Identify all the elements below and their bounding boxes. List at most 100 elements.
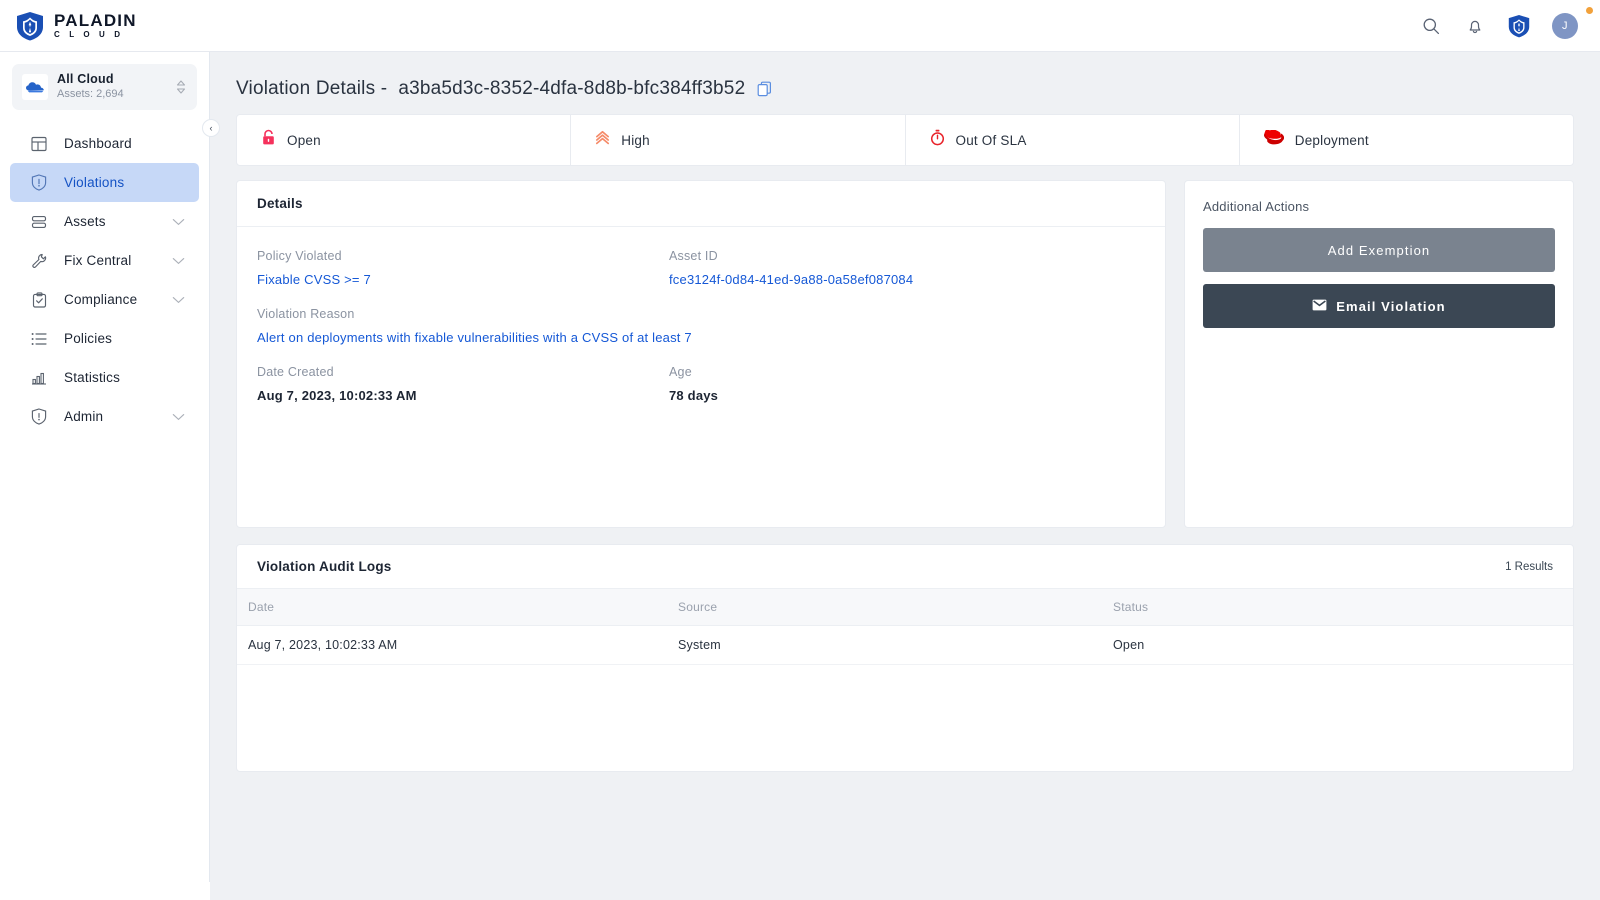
status-label: High [621,132,650,148]
details-body: Policy Violated Fixable CVSS >= 7 Asset … [237,227,1165,423]
top-bar-actions: J [1420,12,1578,39]
details-card-title: Details [237,181,1165,227]
chevron-up-down-icon [176,80,186,94]
logs-title: Violation Audit Logs [257,559,392,574]
paladin-shield-logo-icon [17,11,43,40]
notification-dot-icon [1586,7,1593,14]
age-value: 78 days [669,388,719,403]
list-icon [28,332,50,346]
column-header-source[interactable]: Source [667,589,1102,626]
sidebar-nav: Dashboard Violations Assets Fix Central … [0,124,209,436]
sidebar-item-label: Statistics [64,370,121,385]
sidebar-item-label: Violations [64,175,125,190]
cloud-selector-assets: Assets: 2,694 [57,88,124,101]
sidebar-item-label: Fix Central [64,253,132,268]
violation-id: a3ba5d3c-8352-4dfa-8d8b-bfc384ff3b52 [398,78,746,99]
status-cell-sla: Out Of SLA [906,115,1240,165]
email-violation-label: Email Violation [1336,298,1446,314]
sidebar-item-label: Compliance [64,292,138,307]
status-label: Open [287,132,321,148]
add-exemption-button[interactable]: Add Exemption [1203,228,1555,272]
shield-logo-icon[interactable] [1508,14,1530,37]
details-row: Details Policy Violated Fixable CVSS >= … [236,180,1574,528]
status-cell-open: Open [237,115,572,165]
page-title-label: Violation Details - [236,78,388,99]
envelope-icon [1312,299,1327,314]
cloud-selector-name: All Cloud [57,71,114,86]
field-label: Policy Violated [257,249,342,263]
brand-logo[interactable]: PALADIN C L O U D [16,11,137,41]
sidebar-item-statistics[interactable]: Statistics [10,358,199,397]
cell-status: Open [1102,625,1573,665]
sidebar-item-label: Assets [64,214,106,229]
sidebar-collapse-button[interactable]: ‹ [202,119,220,137]
page-title: Violation Details - a3ba5d3c-8352-4dfa-8… [236,78,1600,100]
status-cell-source: Deployment [1240,115,1573,165]
status-bar: Open High Out Of SLA Deployment [236,114,1574,166]
field-violation-reason: Violation Reason Alert on deployments wi… [257,307,1145,345]
field-asset-id: Asset ID fce3124f-0d84-41ed-9a88-0a58ef0… [669,249,1109,287]
sidebar-item-policies[interactable]: Policies [10,319,199,358]
shield-icon [28,408,50,425]
cloud-icon [22,74,48,100]
sidebar-item-dashboard[interactable]: Dashboard [10,124,199,163]
field-age: Age 78 days [669,365,1109,403]
chevron-down-icon [172,252,185,270]
field-label: Date Created [257,365,334,379]
field-label: Age [669,365,692,379]
sidebar-item-fix-central[interactable]: Fix Central [10,241,199,280]
sidebar-item-compliance[interactable]: Compliance [10,280,199,319]
column-header-status[interactable]: Status [1102,589,1573,626]
sidebar: All Cloud Assets: 2,694 Dashboard Violat… [0,52,210,882]
sidebar-item-label: Admin [64,409,104,424]
assets-icon [28,214,50,230]
redhat-icon [1263,127,1284,150]
sidebar-item-violations[interactable]: Violations [10,163,199,202]
field-label: Violation Reason [257,307,355,321]
chevron-down-icon [172,408,185,426]
sidebar-item-label: Policies [64,331,113,346]
asset-id-link[interactable]: fce3124f-0d84-41ed-9a88-0a58ef087084 [669,272,1109,287]
search-icon[interactable] [1420,15,1442,37]
violation-audit-logs-card: Violation Audit Logs 1 Results Date Sour… [236,544,1574,772]
status-label: Deployment [1294,132,1369,148]
field-policy-violated: Policy Violated Fixable CVSS >= 7 [257,249,669,287]
status-cell-severity: High [571,115,906,165]
cloud-selector[interactable]: All Cloud Assets: 2,694 [12,64,197,110]
sidebar-item-label: Dashboard [64,136,132,151]
status-label: Out Of SLA [955,132,1027,148]
policy-violated-link[interactable]: Fixable CVSS >= 7 [257,272,669,287]
logs-header: Violation Audit Logs 1 Results [237,545,1573,589]
copy-icon[interactable] [757,81,772,97]
bar-chart-icon [28,371,50,385]
wrench-icon [28,253,50,269]
chevron-down-icon [172,213,185,231]
logs-table: Date Source Status Aug 7, 2023, 10:02:33… [237,589,1573,665]
cell-date: Aug 7, 2023, 10:02:33 AM [237,625,667,665]
sidebar-item-admin[interactable]: Admin [10,397,199,436]
avatar[interactable]: J [1552,12,1578,39]
shield-alert-icon [28,174,50,191]
main-content: Violation Details - a3ba5d3c-8352-4dfa-8… [210,52,1600,900]
cell-source: System [667,625,1102,665]
chevrons-up-icon [595,130,610,150]
field-date-created: Date Created Aug 7, 2023, 10:02:33 AM [257,365,669,403]
top-bar: PALADIN C L O U D J [0,0,1600,52]
logs-results-count: 1 Results [1505,560,1553,573]
details-card: Details Policy Violated Fixable CVSS >= … [236,180,1166,528]
table-row[interactable]: Aug 7, 2023, 10:02:33 AM System Open [237,625,1573,665]
additional-actions-title: Additional Actions [1203,199,1310,214]
stopwatch-icon [930,129,945,151]
padlock-icon [261,129,276,151]
email-violation-button[interactable]: Email Violation [1203,284,1555,328]
sidebar-item-assets[interactable]: Assets [10,202,199,241]
field-label: Asset ID [669,249,718,263]
clipboard-check-icon [28,291,50,308]
dashboard-icon [28,136,50,152]
column-header-date[interactable]: Date [237,589,667,626]
chevron-down-icon [172,291,185,309]
date-created-value: Aug 7, 2023, 10:02:33 AM [257,388,417,403]
notifications-icon[interactable] [1464,15,1486,37]
violation-reason-value[interactable]: Alert on deployments with fixable vulner… [257,330,1145,345]
brand-name: PALADIN [54,11,137,30]
